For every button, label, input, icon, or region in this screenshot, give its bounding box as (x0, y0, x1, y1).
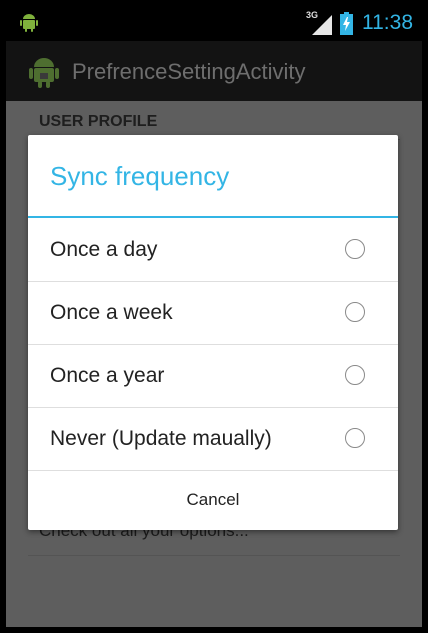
radio-button[interactable] (345, 302, 365, 322)
option-once-a-day[interactable]: Once a day (28, 219, 398, 282)
option-once-a-week[interactable]: Once a week (28, 282, 398, 345)
action-bar: PrefrenceSettingActivity (6, 41, 422, 101)
status-bar: 3G 11:38 (6, 5, 422, 41)
option-never[interactable]: Never (Update maually) (28, 408, 398, 471)
option-label: Never (Update maually) (50, 427, 272, 450)
dialog-title: Sync frequency (50, 161, 230, 191)
option-label: Once a week (50, 301, 173, 324)
option-label: Once a day (50, 238, 158, 261)
signal-icon (312, 15, 332, 35)
sync-frequency-dialog: Sync frequency Once a day Once a week On… (28, 135, 398, 530)
radio-button[interactable] (345, 365, 365, 385)
android-app-icon (29, 58, 59, 88)
clock: 11:38 (362, 11, 413, 34)
radio-button[interactable] (345, 239, 365, 259)
preference-category-header: USER PROFILE (39, 113, 158, 130)
list-divider (28, 555, 400, 556)
phone-screen: 3G 11:38 PrefrenceSettingActivity USER P… (6, 5, 422, 627)
battery-charging-icon (340, 12, 353, 35)
option-once-a-year[interactable]: Once a year (28, 345, 398, 408)
cancel-button[interactable]: Cancel (28, 469, 398, 530)
option-label: Once a year (50, 364, 165, 387)
radio-button[interactable] (345, 428, 365, 448)
title-divider (28, 216, 398, 218)
android-icon (20, 14, 38, 32)
activity-title: PrefrenceSettingActivity (72, 59, 306, 84)
option-list: Once a day Once a week Once a year Never… (28, 219, 398, 471)
